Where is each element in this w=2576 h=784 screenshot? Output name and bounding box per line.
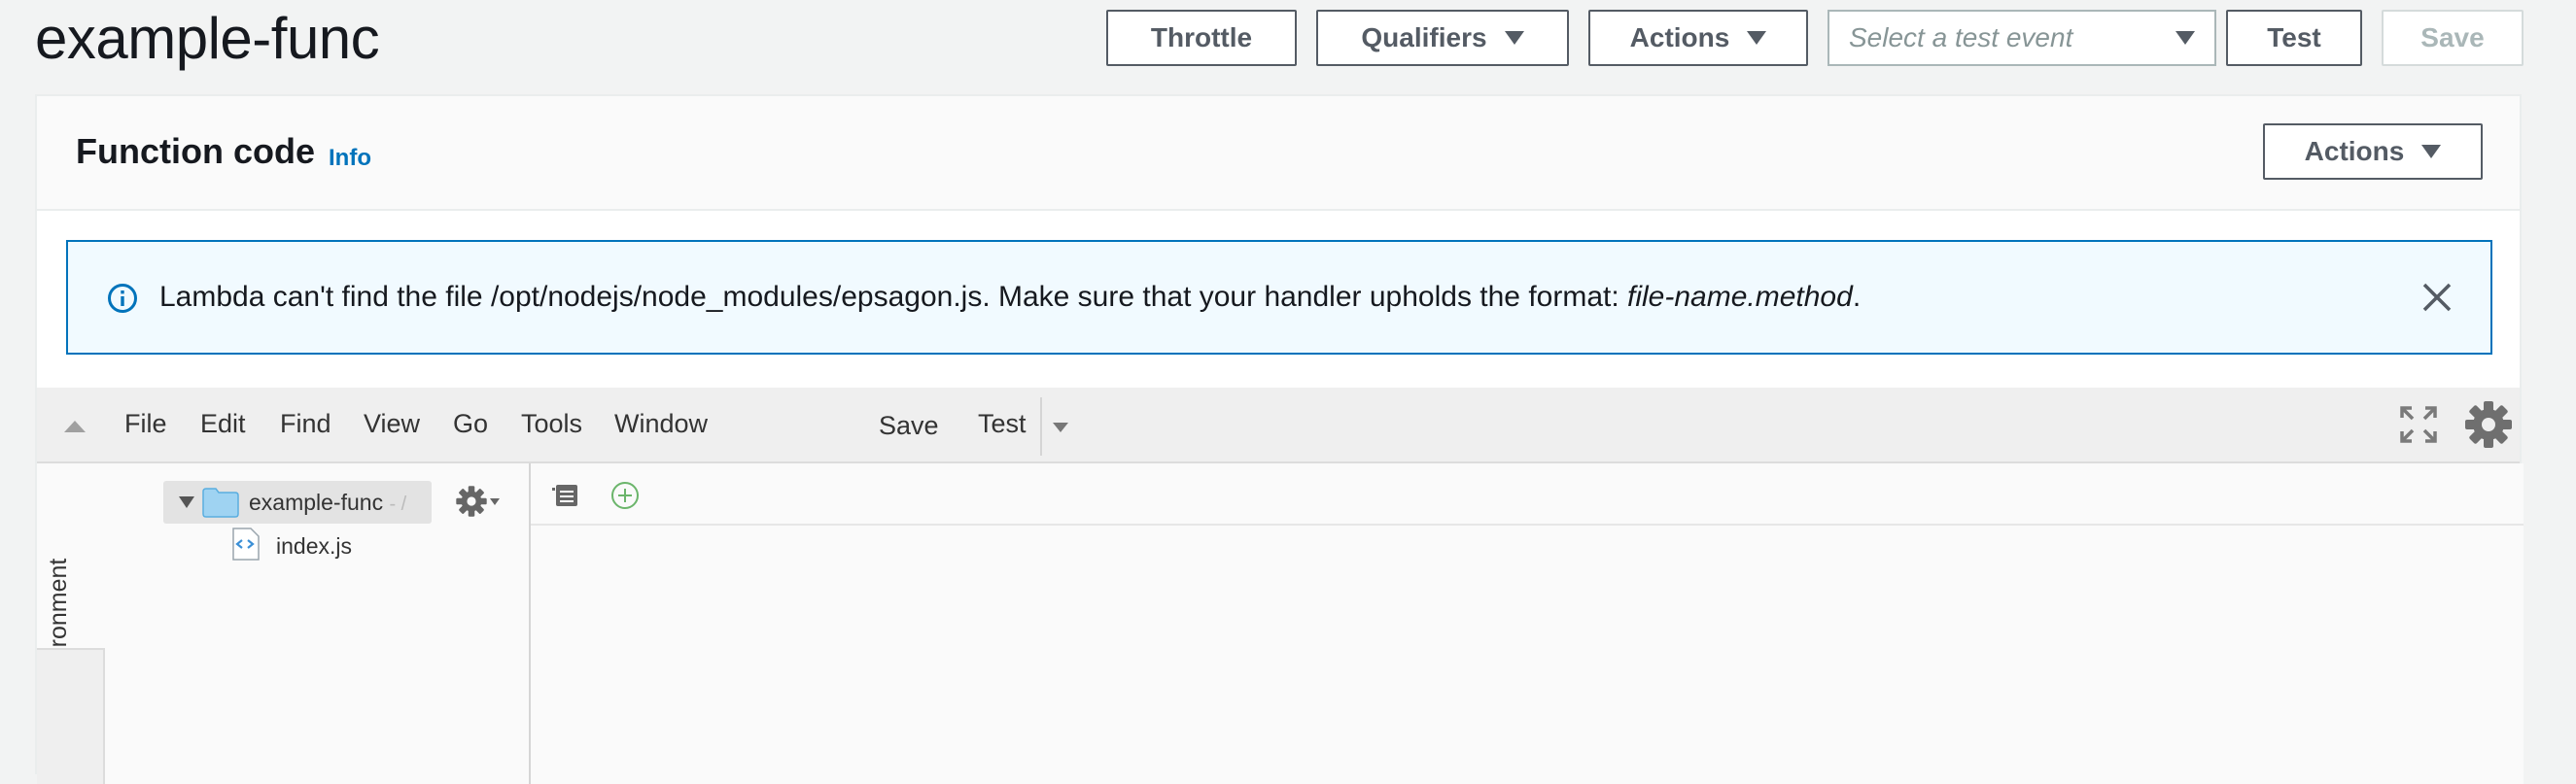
fullscreen-icon[interactable] xyxy=(2399,405,2438,444)
js-file-icon xyxy=(232,528,260,561)
test-button[interactable]: Test xyxy=(2226,10,2362,66)
menu-view[interactable]: View xyxy=(364,409,420,439)
flash-message-text: Lambda can't find the file /opt/nodejs/n… xyxy=(159,281,1861,314)
menu-file[interactable]: File xyxy=(124,409,167,439)
throttle-button[interactable]: Throttle xyxy=(1106,10,1297,66)
tree-root-suffix: - / xyxy=(389,494,407,515)
tree-root-name: example-func - / xyxy=(249,490,406,516)
editor-tab-bar xyxy=(531,463,2524,526)
test-event-placeholder: Select a test event xyxy=(1849,22,2073,52)
chevron-down-icon[interactable] xyxy=(490,498,500,505)
test-event-select[interactable]: Select a test event xyxy=(1828,10,2216,66)
ide-test-button[interactable]: Test xyxy=(978,409,1027,439)
test-dropdown-icon[interactable] xyxy=(1053,423,1068,432)
throttle-button-label: Throttle xyxy=(1150,22,1253,52)
test-button-label: Test xyxy=(2267,22,2321,52)
panel-title: Function code xyxy=(76,131,315,171)
menu-edit[interactable]: Edit xyxy=(200,409,246,439)
gear-icon[interactable] xyxy=(455,485,488,518)
folder-icon xyxy=(202,488,239,518)
actions-button-label: Actions xyxy=(1629,22,1730,52)
panel-header: Function code Info Actions xyxy=(37,96,2520,211)
flash-message-prefix: Lambda can't find the file /opt/nodejs/n… xyxy=(159,281,1628,313)
menu-separator xyxy=(1040,397,1042,456)
file-tree: example-func - / index.js xyxy=(105,463,531,784)
info-link[interactable]: Info xyxy=(329,145,371,172)
collapse-arrow-icon[interactable] xyxy=(64,421,86,432)
chevron-down-icon xyxy=(1747,31,1767,45)
menu-find[interactable]: Find xyxy=(280,409,331,439)
open-files-list-icon[interactable] xyxy=(550,483,579,508)
code-editor-ide: File Edit Find View Go Tools Window Save… xyxy=(37,388,2524,784)
error-flash-message: Lambda can't find the file /opt/nodejs/n… xyxy=(66,240,2492,355)
tree-file-item[interactable]: index.js xyxy=(276,533,352,560)
qualifiers-button[interactable]: Qualifiers xyxy=(1316,10,1569,66)
function-code-panel: Function code Info Actions Lambda can't … xyxy=(35,94,2524,784)
actions-button[interactable]: Actions xyxy=(1588,10,1808,66)
menu-go[interactable]: Go xyxy=(453,409,488,439)
save-button[interactable]: Save xyxy=(2382,10,2524,66)
menu-tools[interactable]: Tools xyxy=(521,409,582,439)
ide-save-button[interactable]: Save xyxy=(879,411,939,441)
chevron-down-icon xyxy=(2176,31,2195,45)
gear-icon[interactable] xyxy=(2463,399,2514,450)
page-title: example-func xyxy=(35,6,380,71)
sidebar-empty-area xyxy=(37,648,105,784)
save-button-label: Save xyxy=(2420,22,2485,52)
menu-window[interactable]: Window xyxy=(614,409,708,439)
tree-root-folder[interactable]: example-func - / xyxy=(163,481,432,524)
code-actions-button[interactable]: Actions xyxy=(2263,123,2483,180)
chevron-down-icon xyxy=(2421,145,2442,158)
editor-pane[interactable] xyxy=(531,463,2524,784)
code-actions-button-label: Actions xyxy=(2304,136,2405,166)
add-tab-icon[interactable] xyxy=(610,481,640,510)
qualifiers-button-label: Qualifiers xyxy=(1361,22,1487,52)
ide-menubar: File Edit Find View Go Tools Window Save… xyxy=(37,388,2520,463)
tree-root-name-text: example-func xyxy=(249,490,384,515)
flash-message-suffix: . xyxy=(1852,281,1862,313)
chevron-down-icon xyxy=(1504,31,1524,45)
info-icon xyxy=(108,284,137,313)
expand-toggle-icon[interactable] xyxy=(179,496,194,508)
flash-message-format: file-name.method xyxy=(1627,281,1853,313)
environment-tab[interactable]: Environment xyxy=(37,463,106,695)
close-icon[interactable] xyxy=(2420,281,2454,314)
